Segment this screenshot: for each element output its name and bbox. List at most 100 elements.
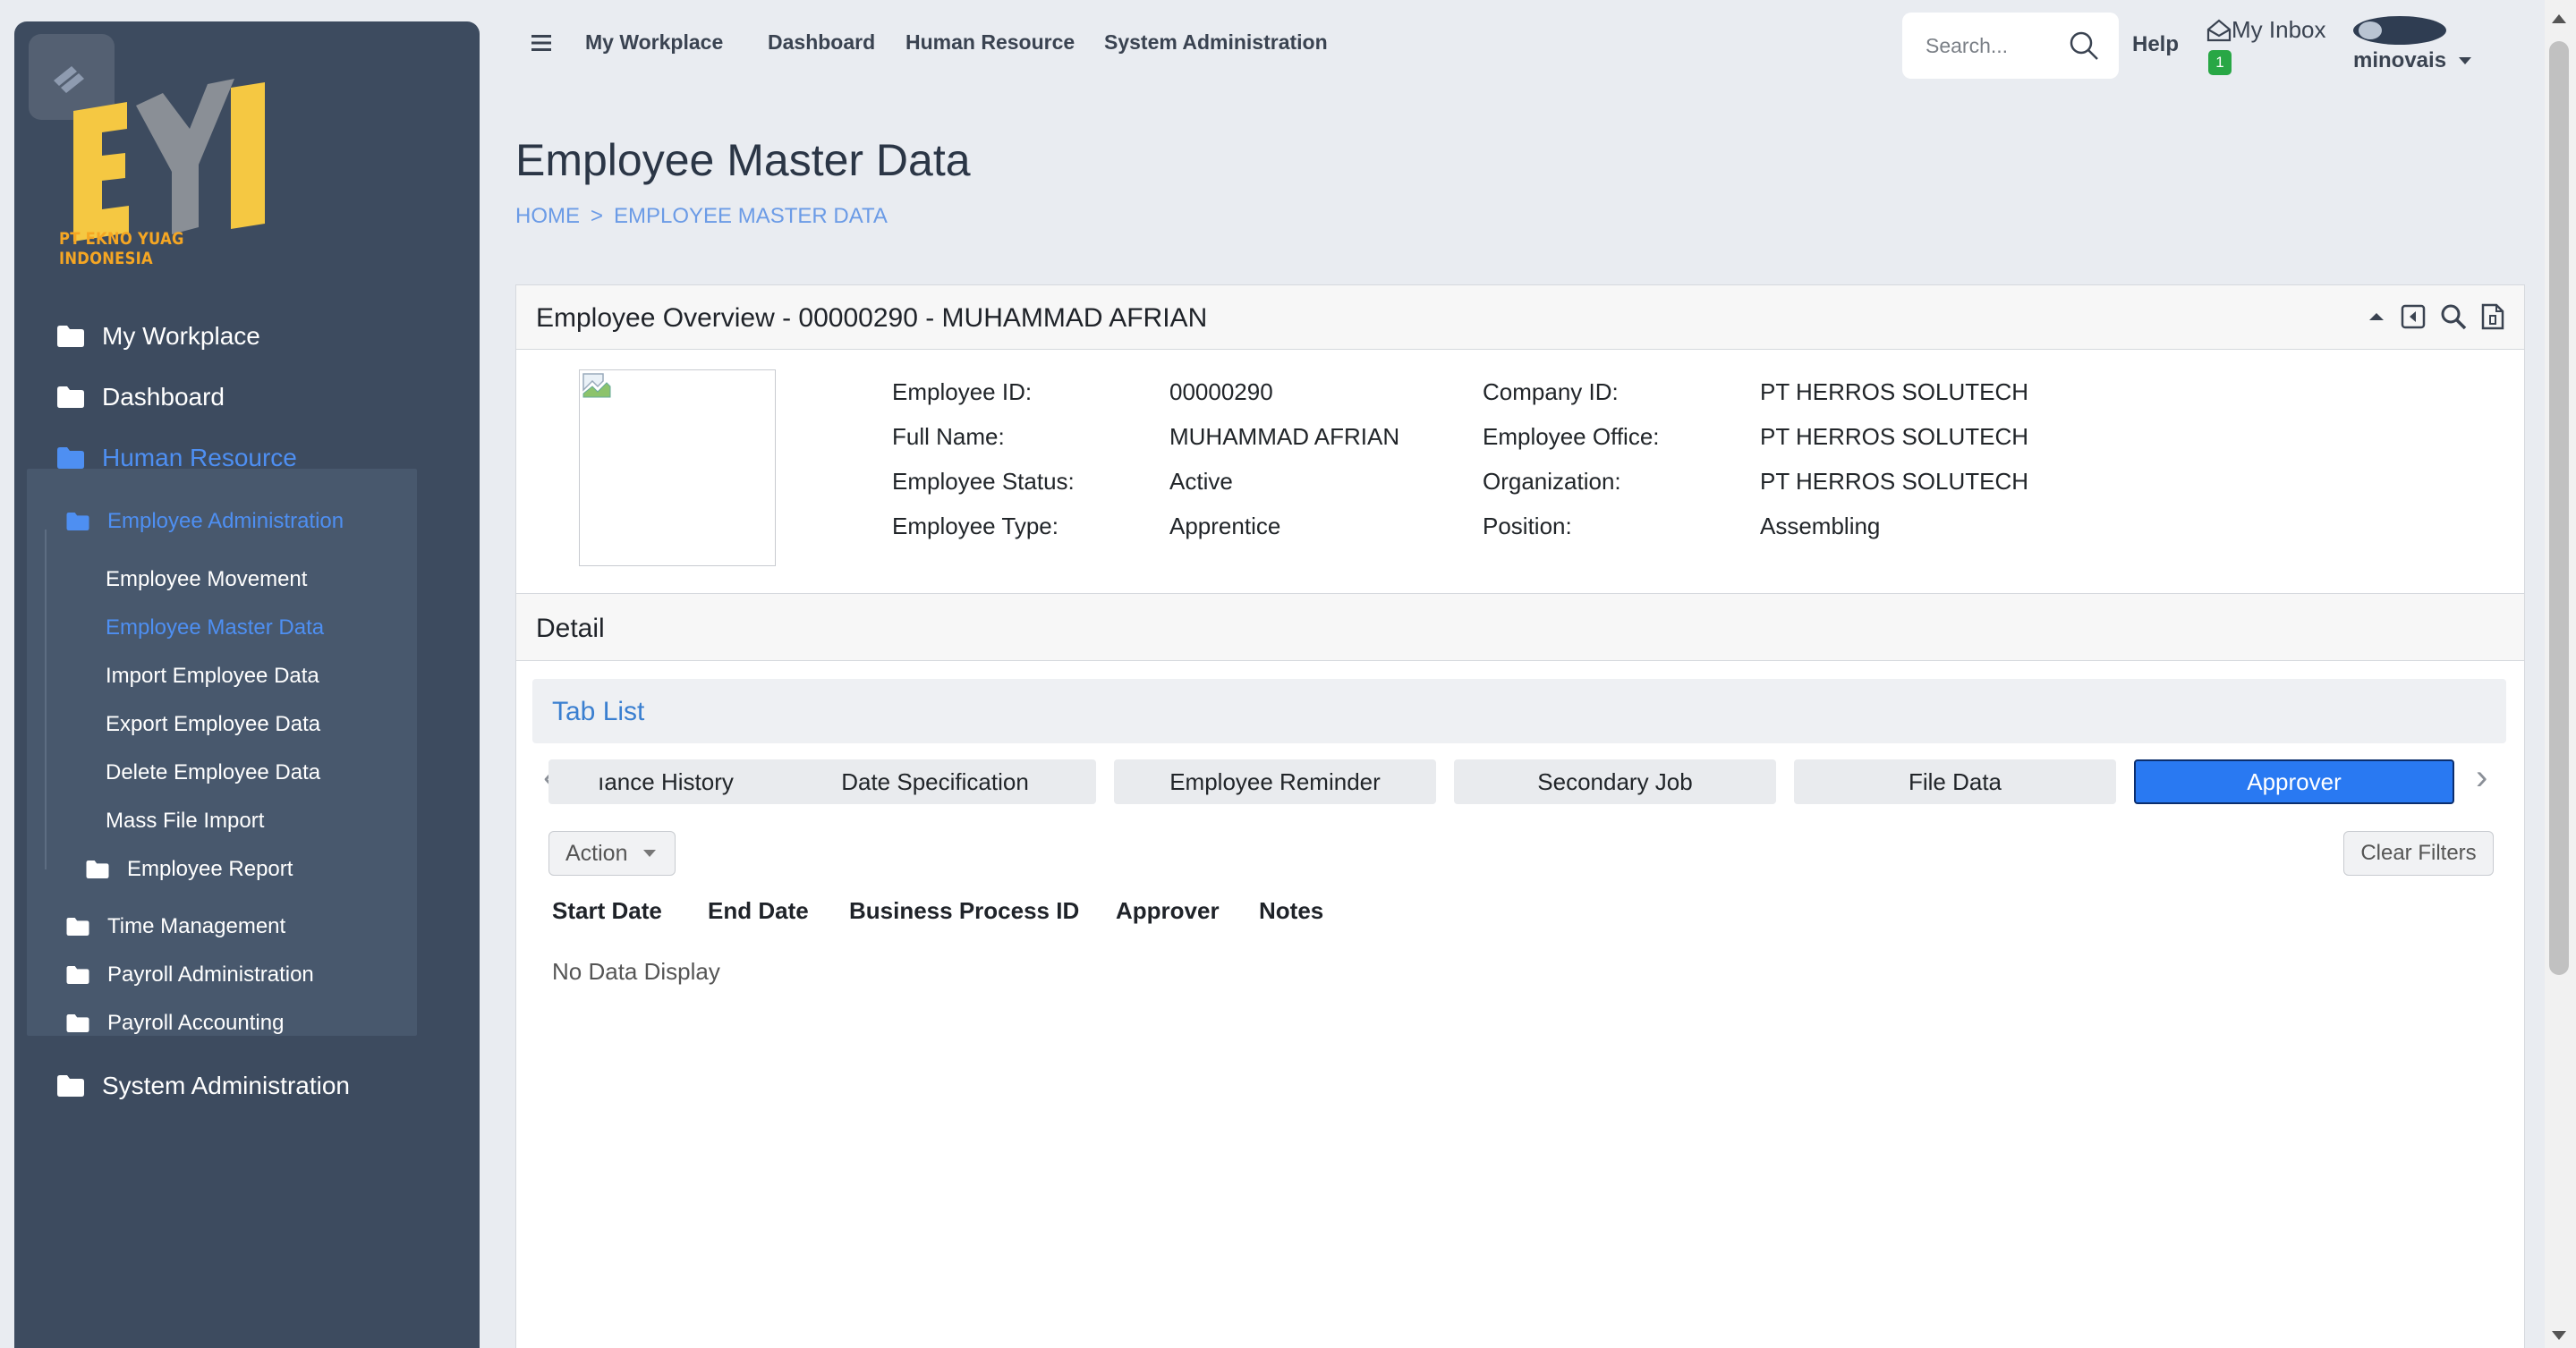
sidebar-item-import-employee-data[interactable]: Import Employee Data [106,661,319,691]
detail-title: Detail [536,614,605,643]
overview-toolbar [2367,303,2504,330]
sidebar-item-payroll-accounting[interactable]: Payroll Accounting [66,1008,284,1039]
user-menu[interactable]: minovais [2353,48,2472,73]
action-dropdown[interactable]: Action [548,831,676,876]
sidebar-item-label: Mass File Import [106,809,265,833]
tab-list-header: Tab List [532,679,2506,743]
position-value: Assembling [1760,513,1881,539]
tab-list-title: Tab List [552,697,645,726]
sidebar-item-label: Employee Master Data [106,615,325,640]
sidebar-item-time-management[interactable]: Time Management [66,911,285,942]
column-start-date[interactable]: Start Date [552,897,662,925]
sidebar-item-label: Payroll Accounting [107,1011,285,1035]
help-link[interactable]: Help [2132,32,2179,57]
inbox-link[interactable]: My Inbox [2206,16,2326,44]
employee-office-value: PT HERROS SOLUTECH [1760,423,2029,450]
employee-type-label: Employee Type: [892,513,1058,539]
folder-icon [57,1075,84,1097]
sidebar-item-my-workplace[interactable]: My Workplace [57,318,260,354]
tab-file-data[interactable]: File Data [1794,759,2116,804]
page-title: Employee Master Data [515,135,971,185]
full-name-value: MUHAMMAD AFRIAN [1169,423,1400,450]
document-icon[interactable] [2481,303,2504,330]
chevron-down-icon [643,850,657,857]
avatar[interactable] [2353,16,2446,45]
folder-open-icon [66,513,89,530]
company-name-text: PT EKNO YUAG INDONESIA [59,229,184,268]
sidebar-item-label: Employee Movement [106,567,308,591]
breadcrumb: HOME > EMPLOYEE MASTER DATA [515,204,888,229]
folder-icon [66,966,89,984]
employee-card: Employee Overview - 00000290 - MUHAMMAD … [515,284,2525,1348]
sidebar-item-label: Export Employee Data [106,712,321,736]
employee-type-value: Apprentice [1169,513,1281,539]
detail-header: Detail [516,593,2524,661]
scrollbar-thumb[interactable] [2549,41,2569,975]
search-box [1902,13,2119,79]
sidebar-item-employee-movement[interactable]: Employee Movement [106,564,307,595]
company-id-value: PT HERROS SOLUTECH [1760,378,2029,405]
sidebar-item-label: Delete Employee Data [106,760,321,784]
employee-id-label: Employee ID: [892,378,1033,405]
employee-status-label: Employee Status: [892,468,1075,495]
user-name: minovais [2353,48,2447,72]
scroll-down-icon[interactable] [2552,1331,2566,1340]
company-id-label: Company ID: [1483,378,1619,405]
envelope-open-icon [2206,19,2232,41]
column-notes[interactable]: Notes [1259,897,1323,925]
submenu-divider [45,530,47,869]
chevron-down-icon [2459,57,2472,64]
folder-open-icon [57,447,84,469]
inbox-label: My Inbox [2232,16,2326,43]
back-icon[interactable] [2401,304,2426,329]
sidebar-item-delete-employee-data[interactable]: Delete Employee Data [106,758,320,788]
column-business-process-id[interactable]: Business Process ID [849,897,1079,925]
employee-status-value: Active [1169,468,1233,495]
topnav-human-resource[interactable]: Human Resource [905,30,1075,55]
column-end-date[interactable]: End Date [708,897,809,925]
tab-date-specification[interactable]: Date Specification [774,759,1096,804]
breadcrumb-current: EMPLOYEE MASTER DATA [614,204,888,228]
breadcrumb-home[interactable]: HOME [515,204,580,229]
topnav-dashboard[interactable]: Dashboard [768,30,875,55]
sidebar-item-label: Import Employee Data [106,664,319,688]
sidebar-item-mass-file-import[interactable]: Mass File Import [106,806,264,836]
tab-employee-reminder[interactable]: Employee Reminder [1114,759,1436,804]
organization-label: Organization: [1483,468,1621,495]
sidebar-item-system-administration[interactable]: System Administration [57,1068,350,1104]
breadcrumb-separator: > [591,204,604,228]
employee-photo [579,369,776,566]
scroll-up-icon[interactable] [2552,14,2566,23]
folder-icon [86,861,109,878]
sidebar-item-payroll-administration[interactable]: Payroll Administration [66,960,314,990]
sidebar-item-label: Time Management [107,914,286,938]
search-input[interactable] [1926,33,2060,58]
menu-icon[interactable] [531,34,551,56]
tab-secondary-job[interactable]: Secondary Job [1454,759,1776,804]
human-resource-submenu [27,469,417,1036]
sidebar-item-export-employee-data[interactable]: Export Employee Data [106,709,320,740]
tab-performance-history[interactable]: ıance History [548,759,783,804]
sidebar-item-label: Payroll Administration [107,962,314,987]
tab-approver[interactable]: Approver [2134,759,2454,804]
topnav-system-administration[interactable]: System Administration [1104,30,1328,55]
search-icon[interactable] [2440,303,2467,330]
folder-icon [66,1014,89,1032]
inbox-count-badge: 1 [2208,50,2232,75]
chevron-right-icon[interactable]: › [2476,758,2487,798]
sidebar-item-employee-administration[interactable]: Employee Administration [66,506,344,537]
clear-filters-button[interactable]: Clear Filters [2343,831,2494,876]
sidebar-item-label: My Workplace [102,322,260,350]
sidebar-item-employee-report[interactable]: Employee Report [86,854,293,885]
sidebar-item-employee-master-data[interactable]: Employee Master Data [106,613,324,643]
search-icon[interactable] [2069,30,2099,61]
sidebar-item-label: Employee Report [127,857,293,881]
employee-office-label: Employee Office: [1483,423,1660,450]
broken-image-icon [582,373,611,398]
overview-title: Employee Overview - 00000290 - MUHAMMAD … [536,303,1208,333]
sidebar-item-dashboard[interactable]: Dashboard [57,379,225,415]
column-approver[interactable]: Approver [1116,897,1220,925]
empty-state-text: No Data Display [552,958,720,985]
topnav-my-workplace[interactable]: My Workplace [585,30,723,55]
collapse-icon[interactable] [2367,307,2386,326]
